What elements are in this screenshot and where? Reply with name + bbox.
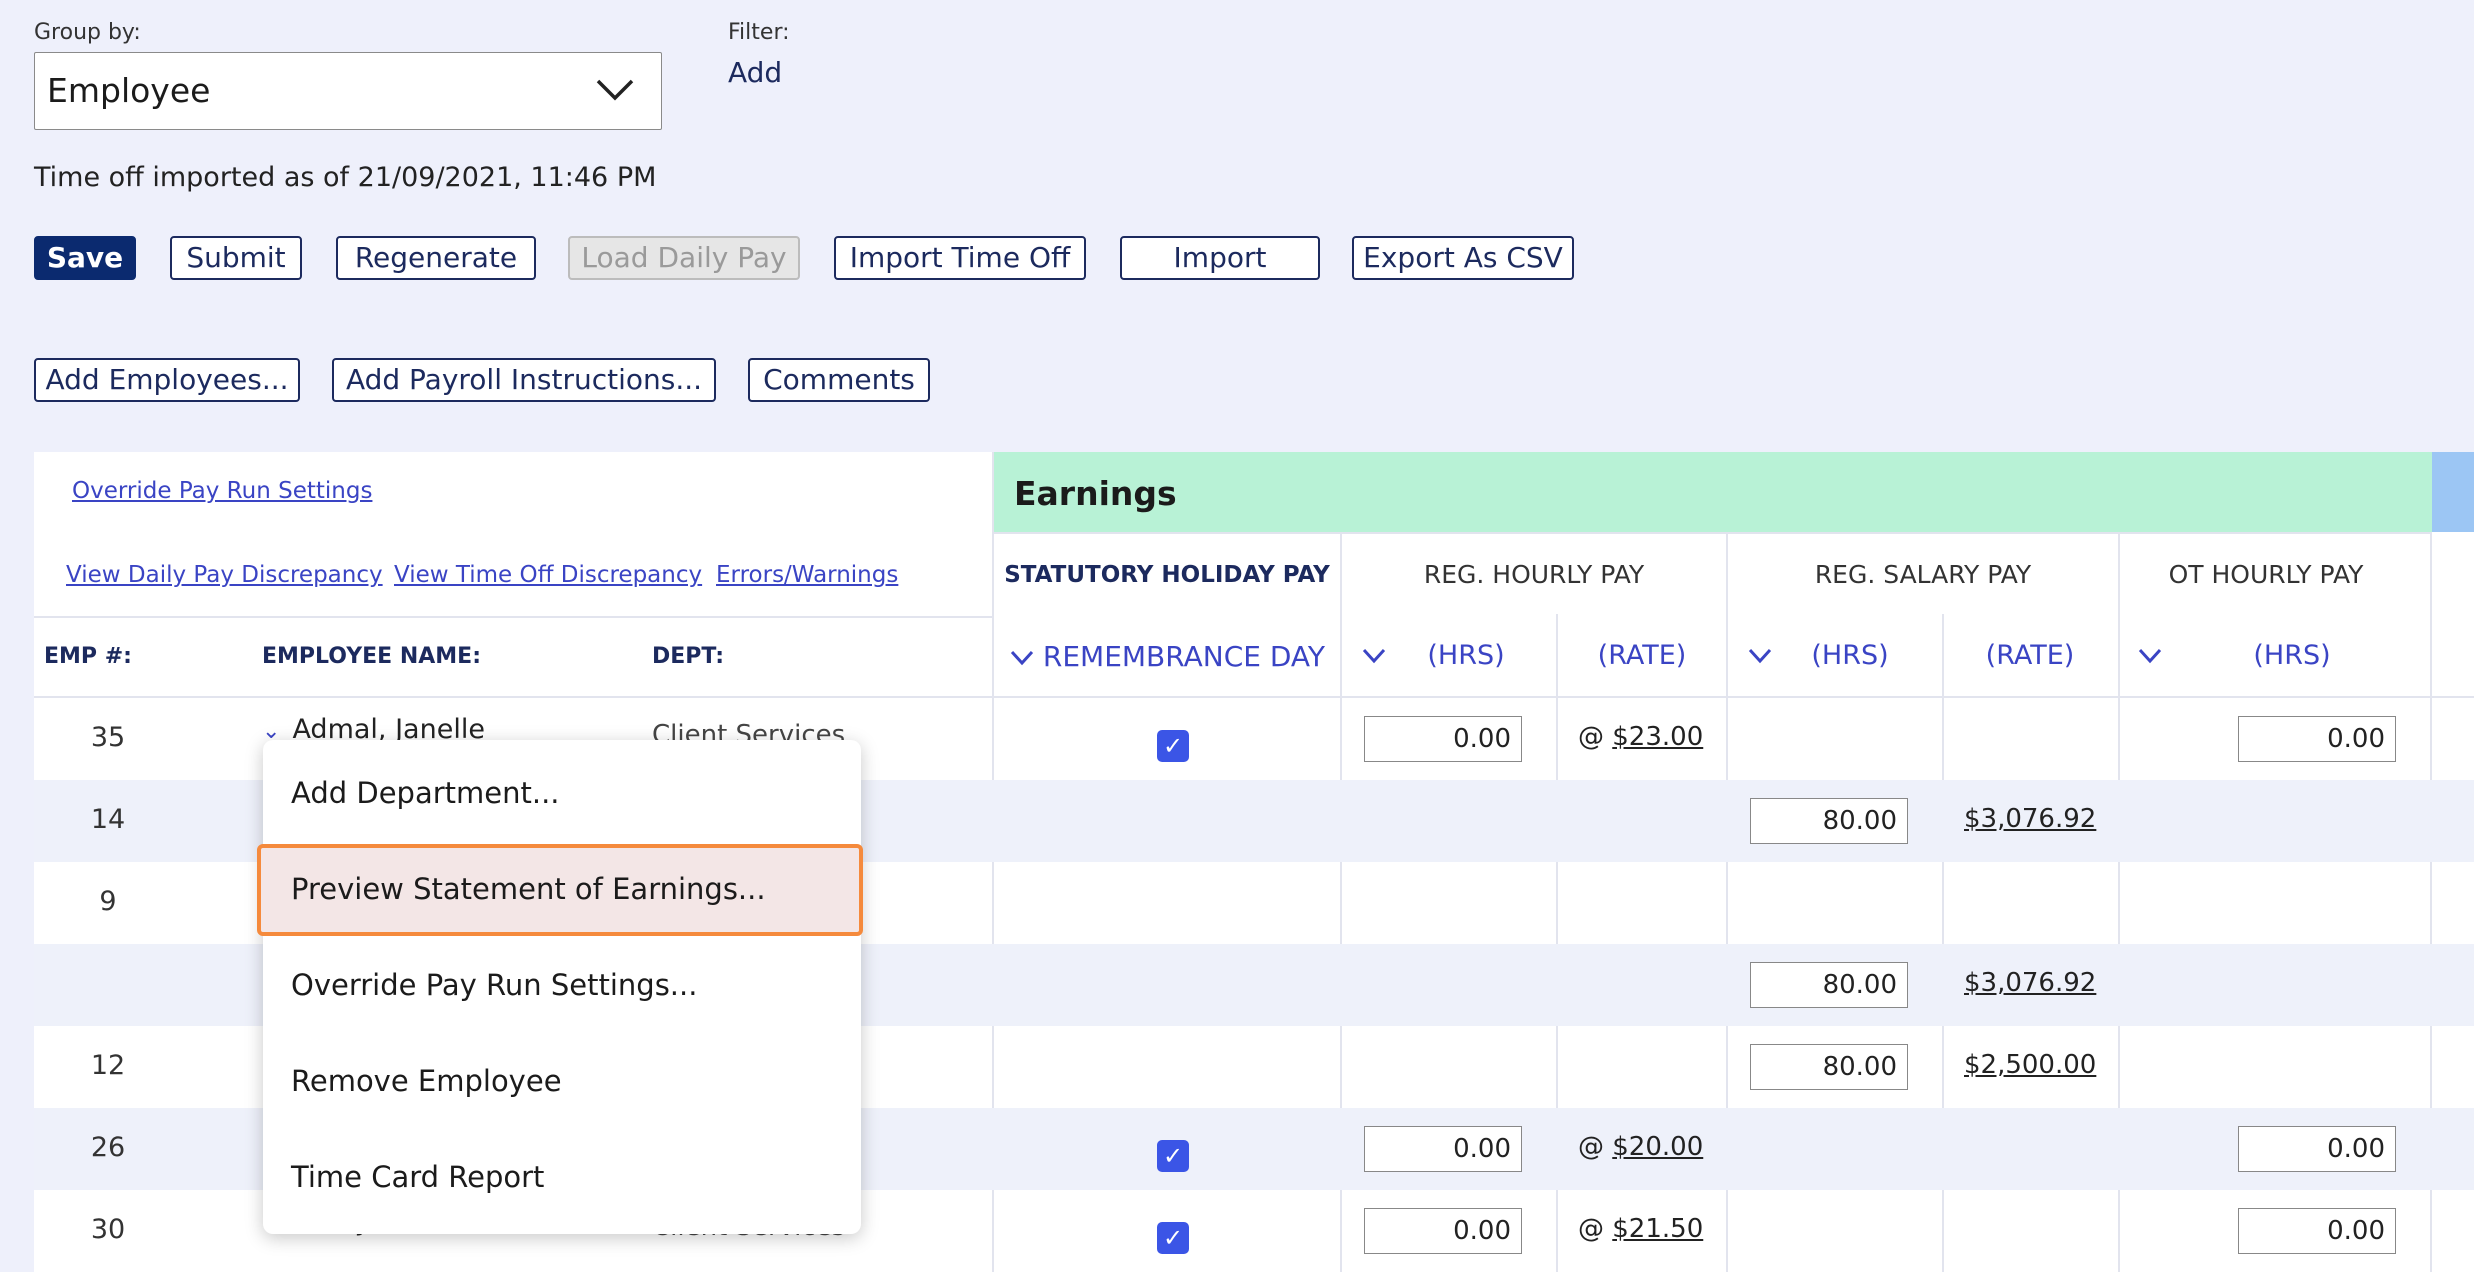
col-emp-num: EMP #: xyxy=(44,644,132,669)
reg-hourly-rate-value[interactable]: $20.00 xyxy=(1612,1132,1703,1162)
chevron-down-icon xyxy=(596,79,634,101)
ot-hourly-hrs-input[interactable]: 0.00 xyxy=(2238,1126,2396,1172)
menu-preview-statement[interactable]: Preview Statement of Earnings... xyxy=(291,872,766,906)
load-daily-pay-button[interactable]: Load Daily Pay xyxy=(568,236,800,280)
remembrance-day-toggle[interactable]: REMEMBRANCE DAY xyxy=(1010,640,1325,673)
import-time-off-button[interactable]: Import Time Off xyxy=(834,236,1086,280)
reg-hourly-rate: (RATE) xyxy=(1597,640,1687,671)
menu-remove-employee[interactable]: Remove Employee xyxy=(291,1064,562,1098)
emp-num: 12 xyxy=(90,1050,126,1081)
reg-salary-hrs-input[interactable]: 80.00 xyxy=(1750,962,1908,1008)
daily-pay-discrepancy-link[interactable]: View Daily Pay Discrepancy xyxy=(66,562,383,588)
col-stat-holiday: STATUTORY HOLIDAY PAY xyxy=(1004,562,1330,588)
time-off-status: Time off imported as of 21/09/2021, 11:4… xyxy=(34,162,657,193)
stat-holiday-checkbox[interactable]: ✓ xyxy=(1157,1140,1189,1172)
reg-hourly-rate[interactable]: @ $20.00 xyxy=(1578,1132,1703,1162)
group-by-label: Group by: xyxy=(34,20,141,45)
ot-hourly-hrs-input[interactable]: 0.00 xyxy=(2238,716,2396,762)
filter-label: Filter: xyxy=(728,20,790,45)
reg-salary-hrs: (HRS) xyxy=(1811,640,1889,671)
col-reg-hourly: REG. HOURLY PAY xyxy=(1423,560,1645,589)
add-payroll-instructions-button[interactable]: Add Payroll Instructions... xyxy=(332,358,716,402)
earnings-title: Earnings xyxy=(1014,474,1177,513)
col-ot-hourly: OT HOURLY PAY xyxy=(2168,560,2364,589)
col-dept: DEPT: xyxy=(652,644,725,669)
menu-add-department[interactable]: Add Department... xyxy=(291,776,560,810)
emp-num: 35 xyxy=(90,722,126,753)
earnings-header xyxy=(992,452,2432,532)
reg-salary-rate[interactable]: $3,076.92 xyxy=(1964,968,2096,998)
col-reg-salary: REG. SALARY PAY xyxy=(1814,560,2032,589)
reg-salary-rate-value[interactable]: $3,076.92 xyxy=(1964,968,2096,998)
col-emp-name: EMPLOYEE NAME: xyxy=(262,644,482,669)
remembrance-day-label: REMEMBRANCE DAY xyxy=(1042,640,1325,673)
chevron-down-icon xyxy=(1010,650,1034,666)
time-off-discrepancy-link[interactable]: View Time Off Discrepancy xyxy=(394,562,702,588)
ot-hourly-hrs: (HRS) xyxy=(2253,640,2331,671)
import-button[interactable]: Import xyxy=(1120,236,1320,280)
stat-holiday-checkbox[interactable]: ✓ xyxy=(1157,730,1189,762)
emp-num: 9 xyxy=(99,886,117,917)
regenerate-button[interactable]: Regenerate xyxy=(336,236,536,280)
group-by-value: Employee xyxy=(47,71,211,110)
menu-time-card-report[interactable]: Time Card Report xyxy=(291,1160,544,1194)
context-menu: Add Department... Preview Statement of E… xyxy=(257,740,863,1234)
reg-salary-hrs-input[interactable]: 80.00 xyxy=(1750,798,1908,844)
reg-hourly-chevron-icon[interactable] xyxy=(1362,648,1386,664)
reg-hourly-hrs: (HRS) xyxy=(1427,640,1505,671)
submit-button[interactable]: Submit xyxy=(170,236,302,280)
reg-hourly-rate[interactable]: @ $21.50 xyxy=(1578,1214,1703,1244)
reg-salary-rate: (RATE) xyxy=(1985,640,2075,671)
menu-override-settings[interactable]: Override Pay Run Settings... xyxy=(291,968,697,1002)
emp-num: 14 xyxy=(90,804,126,835)
reg-salary-hrs-input[interactable]: 80.00 xyxy=(1750,1044,1908,1090)
errors-warnings-link[interactable]: Errors/Warnings xyxy=(716,562,898,588)
comments-button[interactable]: Comments xyxy=(748,358,930,402)
add-employees-button[interactable]: Add Employees... xyxy=(34,358,300,402)
reg-salary-rate-value[interactable]: $2,500.00 xyxy=(1964,1050,2096,1080)
emp-num: 30 xyxy=(90,1214,126,1245)
reg-hourly-hrs-input[interactable]: 0.00 xyxy=(1364,1208,1522,1254)
reg-salary-rate[interactable]: $3,076.92 xyxy=(1964,804,2096,834)
reg-hourly-rate-value[interactable]: $23.00 xyxy=(1612,722,1703,752)
reg-hourly-rate[interactable]: @ $23.00 xyxy=(1578,722,1703,752)
ot-hourly-hrs-input[interactable]: 0.00 xyxy=(2238,1208,2396,1254)
reg-salary-chevron-icon[interactable] xyxy=(1748,648,1772,664)
override-pay-run-link[interactable]: Override Pay Run Settings xyxy=(72,478,372,504)
filter-add-link[interactable]: Add xyxy=(728,56,782,89)
save-button[interactable]: Save xyxy=(34,236,136,280)
export-csv-button[interactable]: Export As CSV xyxy=(1352,236,1574,280)
ot-hourly-chevron-icon[interactable] xyxy=(2138,648,2162,664)
reg-salary-rate-value[interactable]: $3,076.92 xyxy=(1964,804,2096,834)
stat-holiday-checkbox[interactable]: ✓ xyxy=(1157,1222,1189,1254)
reg-hourly-rate-value[interactable]: $21.50 xyxy=(1612,1214,1703,1244)
next-section-header xyxy=(2432,452,2474,532)
emp-num: 26 xyxy=(90,1132,126,1163)
group-by-select[interactable]: Employee xyxy=(34,52,662,130)
reg-hourly-hrs-input[interactable]: 0.00 xyxy=(1364,716,1522,762)
reg-salary-rate[interactable]: $2,500.00 xyxy=(1964,1050,2096,1080)
reg-hourly-hrs-input[interactable]: 0.00 xyxy=(1364,1126,1522,1172)
